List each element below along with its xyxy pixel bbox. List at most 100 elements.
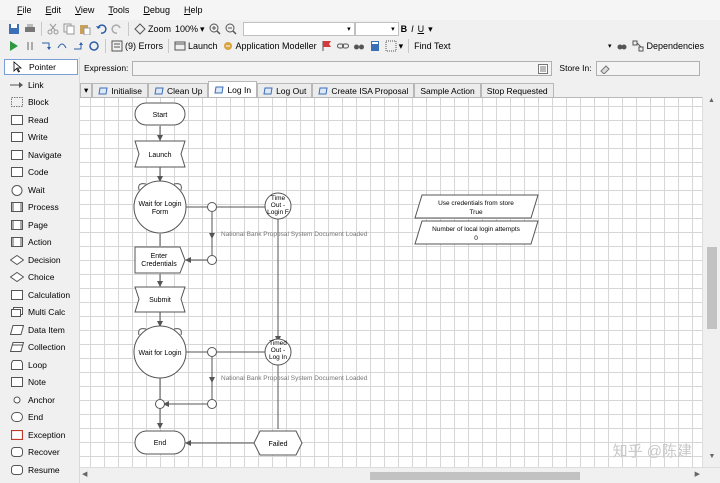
anchor-node[interactable] bbox=[155, 399, 165, 409]
reset-button[interactable] bbox=[86, 38, 102, 54]
tab-create-isa-proposal[interactable]: Create ISA Proposal bbox=[312, 83, 415, 97]
store-in-input[interactable] bbox=[595, 60, 700, 76]
vertical-scrollbar[interactable]: ▲ ▼ bbox=[702, 97, 720, 467]
launch-label: Launch bbox=[188, 41, 218, 51]
tool-label: Calculation bbox=[28, 289, 71, 300]
step-out-button[interactable] bbox=[70, 38, 86, 54]
process-canvas[interactable]: Start Launch Wait for Login Form Time Out … bbox=[80, 97, 702, 467]
enter-credentials-stage[interactable] bbox=[134, 246, 186, 274]
tab-initialise[interactable]: Initialise bbox=[92, 83, 148, 97]
anchor-node[interactable] bbox=[207, 399, 217, 409]
save-button[interactable] bbox=[6, 21, 22, 37]
menu-edit[interactable]: Edit bbox=[39, 5, 69, 15]
links-button[interactable] bbox=[335, 38, 351, 54]
redo-button[interactable] bbox=[109, 21, 125, 37]
launch-button[interactable]: Launch bbox=[172, 38, 220, 54]
tool-write[interactable]: Write bbox=[4, 129, 78, 145]
tool-code[interactable]: Code bbox=[4, 164, 78, 180]
menu-view[interactable]: View bbox=[68, 5, 101, 15]
zoom-out-button[interactable] bbox=[223, 21, 239, 37]
paste-icon bbox=[80, 25, 91, 35]
write-icon bbox=[11, 132, 23, 142]
tool-resume[interactable]: Resume bbox=[4, 462, 78, 478]
wait-icon bbox=[11, 184, 23, 196]
tool-collection[interactable]: Collection bbox=[4, 339, 78, 355]
expression-bar: Expression: Store In: bbox=[80, 57, 720, 79]
tool-exception[interactable]: Exception bbox=[4, 427, 78, 443]
scroll-down-arrow[interactable]: ▼ bbox=[703, 453, 720, 467]
tool-wait[interactable]: Wait bbox=[4, 182, 78, 198]
menu-help[interactable]: Help bbox=[177, 5, 210, 15]
tab-log-out[interactable]: Log Out bbox=[257, 83, 313, 97]
menu-file[interactable]: File bbox=[10, 5, 39, 15]
tool-end[interactable]: End bbox=[4, 409, 78, 425]
find-button[interactable] bbox=[614, 38, 630, 54]
tool-read[interactable]: Read bbox=[4, 112, 78, 128]
grid-button[interactable]: ▾ bbox=[383, 38, 406, 54]
undo-button[interactable] bbox=[93, 21, 109, 37]
zoom-in-button[interactable] bbox=[207, 21, 223, 37]
tab-stop-requested[interactable]: Stop Requested bbox=[480, 83, 554, 97]
font-color-button[interactable]: ▾ bbox=[426, 21, 435, 37]
tool-link[interactable]: Link bbox=[4, 77, 78, 93]
copy-button[interactable] bbox=[61, 21, 77, 37]
anchor-node[interactable] bbox=[207, 202, 217, 212]
tool-label: Block bbox=[28, 97, 49, 107]
tool-process[interactable]: Process bbox=[4, 199, 78, 215]
expression-input[interactable] bbox=[132, 60, 553, 76]
tool-decision[interactable]: Decision bbox=[4, 252, 78, 268]
tool-action[interactable]: Action bbox=[4, 234, 78, 250]
horizontal-scrollbar[interactable]: ◀ ▶ bbox=[80, 467, 720, 483]
application-modeller-button[interactable]: Application Modeller bbox=[220, 38, 319, 54]
font-select[interactable]: ▾ bbox=[242, 22, 355, 36]
expression-editor-icon[interactable] bbox=[538, 63, 549, 74]
step-over-button[interactable] bbox=[54, 38, 70, 54]
find-text-input[interactable]: ▾ bbox=[452, 39, 614, 53]
tool-loop[interactable]: Loop bbox=[4, 357, 78, 373]
tool-recover[interactable]: Recover bbox=[4, 444, 78, 460]
tool-multi-calc[interactable]: Multi Calc bbox=[4, 304, 78, 320]
flag-icon bbox=[322, 41, 331, 51]
paste-button[interactable] bbox=[77, 21, 93, 37]
tool-block[interactable]: Block bbox=[4, 94, 78, 110]
tool-data-item[interactable]: Data Item bbox=[4, 322, 78, 338]
menu-debug[interactable]: Debug bbox=[136, 5, 177, 15]
scroll-up-arrow[interactable]: ▲ bbox=[703, 97, 720, 111]
tool-pointer[interactable]: Pointer bbox=[4, 59, 78, 75]
vertical-scroll-thumb[interactable] bbox=[707, 247, 717, 329]
start-stage-label: Start bbox=[153, 112, 168, 119]
horizontal-scroll-thumb[interactable] bbox=[370, 472, 580, 480]
tab-sample-action[interactable]: Sample Action bbox=[414, 83, 481, 97]
font-size-select[interactable]: ▾ bbox=[354, 22, 399, 36]
zoom-button[interactable]: Zoom bbox=[132, 21, 173, 37]
tab-log-in[interactable]: Log In bbox=[208, 81, 258, 97]
scroll-right-arrow[interactable]: ▶ bbox=[695, 470, 700, 478]
tool-calculation[interactable]: Calculation bbox=[4, 287, 78, 303]
cut-button[interactable] bbox=[45, 21, 61, 37]
tool-page[interactable]: Page bbox=[4, 217, 78, 233]
run-button[interactable] bbox=[6, 38, 22, 54]
watch-button[interactable] bbox=[351, 38, 367, 54]
tool-navigate[interactable]: Navigate bbox=[4, 147, 78, 163]
step-button[interactable] bbox=[38, 38, 54, 54]
scroll-left-arrow[interactable]: ◀ bbox=[82, 470, 87, 478]
breakpoint-button[interactable] bbox=[319, 38, 335, 54]
calculator-button[interactable] bbox=[367, 38, 383, 54]
tab-dropdown[interactable]: ▾ bbox=[80, 83, 93, 97]
tool-anchor[interactable]: Anchor bbox=[4, 392, 78, 408]
data-item-2-label: Number of local login attempts bbox=[432, 226, 521, 233]
anchor-node[interactable] bbox=[207, 347, 217, 357]
pause-button[interactable] bbox=[22, 38, 38, 54]
tab-clean-up[interactable]: Clean Up bbox=[148, 83, 209, 97]
anchor-node[interactable] bbox=[207, 255, 217, 265]
zoom-level-select[interactable]: 100% ▾ bbox=[173, 21, 207, 37]
tool-note[interactable]: Note bbox=[4, 374, 78, 390]
bold-button[interactable]: B bbox=[399, 21, 410, 37]
dependencies-button[interactable]: Dependencies bbox=[630, 38, 706, 54]
menu-tools[interactable]: Tools bbox=[101, 5, 136, 15]
tool-choice[interactable]: Choice bbox=[4, 269, 78, 285]
errors-button[interactable]: (9) Errors bbox=[109, 38, 165, 54]
print-button[interactable] bbox=[22, 21, 38, 37]
tool-label: Process bbox=[28, 202, 59, 212]
underline-button[interactable]: U bbox=[416, 21, 427, 37]
